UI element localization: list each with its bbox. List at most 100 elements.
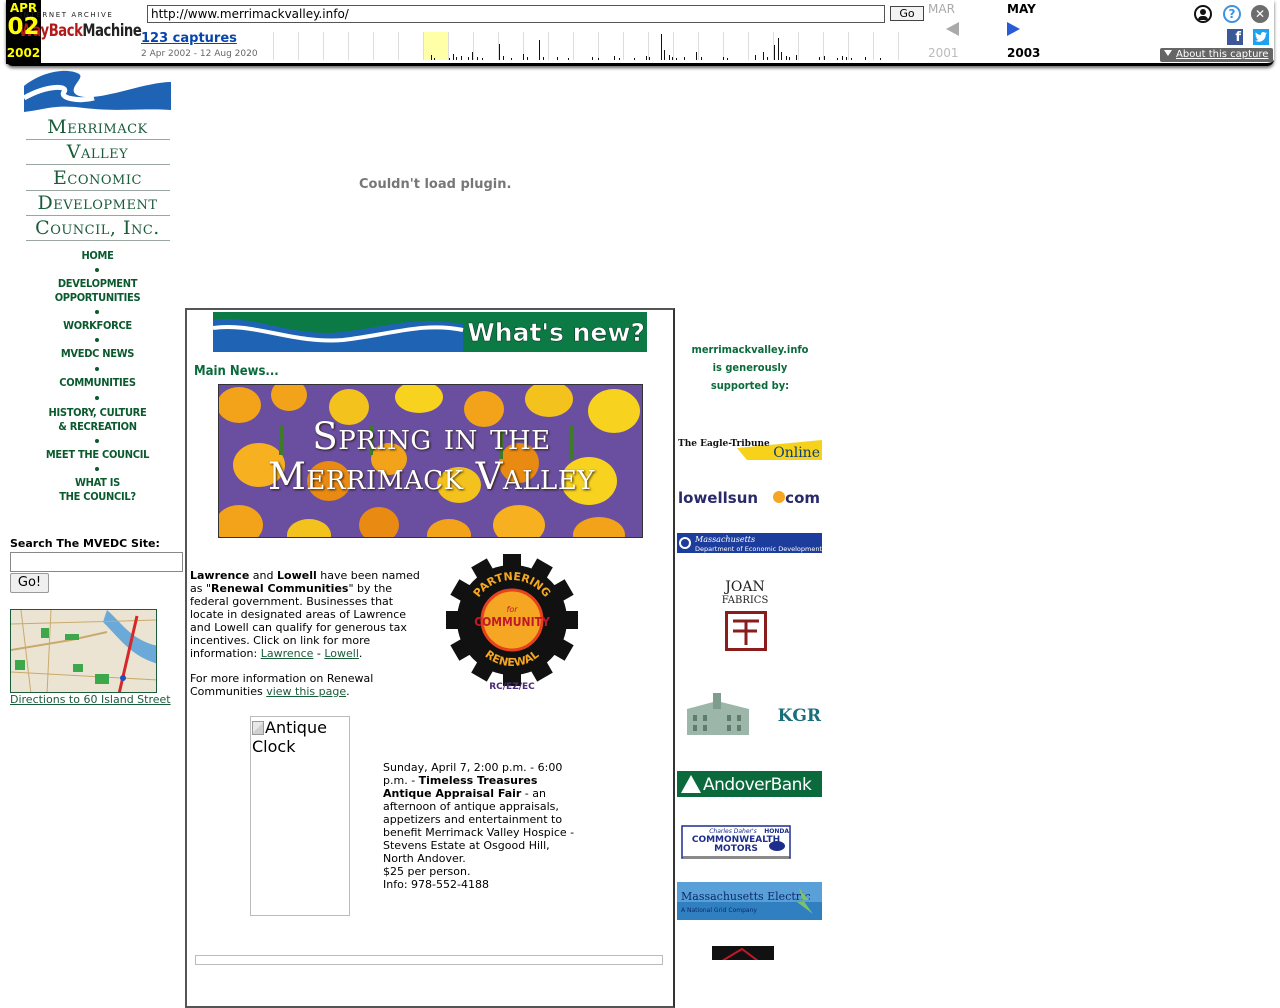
nav-meet-the-council[interactable]: MEET THE COUNCIL: [24, 448, 171, 462]
sponsor-mass-electric-sub: A National Grid Company: [681, 907, 757, 914]
sponsor-heading: merrimackvalley.info is generously suppo…: [677, 341, 823, 395]
lowell-link[interactable]: Lowell: [324, 647, 359, 660]
sponsor-partial-logo[interactable]: [712, 946, 774, 960]
sparkline-capture-bar: [557, 57, 558, 60]
sponsor-lowellsun[interactable]: lowellsun com: [677, 486, 822, 510]
nav-communities[interactable]: COMMUNITIES: [24, 376, 171, 390]
rc-logo-sub: RC/EZ/EC: [489, 682, 535, 692]
renewal-text: .: [358, 647, 363, 660]
nav-label-line: WORKFORCE: [63, 319, 132, 332]
twitter-share-icon[interactable]: [1253, 29, 1269, 45]
sparkline-year-divider: [473, 32, 474, 60]
next-year-label[interactable]: 2003: [1007, 46, 1040, 60]
capture-sparkline[interactable]: [271, 30, 926, 60]
sponsor-joan-label: JOAN: [723, 579, 764, 595]
nav-workforce[interactable]: WORKFORCE: [24, 319, 171, 333]
sponsor-andover-bank[interactable]: AndoverBank: [677, 771, 822, 797]
antique-clock-image[interactable]: Antique Clock: [250, 716, 350, 916]
prev-year-label[interactable]: 2001: [928, 46, 959, 60]
logo-line-development: Development: [37, 192, 158, 214]
sparkline-year-divider: [723, 32, 724, 60]
sparkline-year-divider: [398, 32, 399, 60]
sponsor-mass-electric[interactable]: Massachusetts Electric A National Grid C…: [677, 882, 822, 920]
whats-new-banner: What's new?: [213, 312, 647, 352]
prev-month-label[interactable]: MAR: [928, 2, 955, 16]
sparkline-capture-bar: [592, 57, 593, 60]
logo-line-valley: Valley: [66, 141, 129, 163]
renewal-text: and: [249, 569, 277, 582]
sparkline-capture-bar: [453, 54, 454, 60]
nav-development-opportunities[interactable]: DEVELOPMENT OPPORTUNITIES: [24, 277, 171, 305]
nav-bullet: [95, 439, 99, 443]
wayback-logo-machine: Machine: [82, 21, 142, 41]
nav-mvedc-news[interactable]: MVEDC NEWS: [24, 347, 171, 361]
sparkline-capture-bar: [755, 55, 756, 60]
renewal-more-end: .: [346, 685, 350, 698]
sparkline-year-divider: [323, 32, 324, 60]
nav-label-line: MVEDC NEWS: [60, 347, 135, 360]
sponsor-joan-fabrics[interactable]: JOAN FABRICS: [677, 577, 822, 657]
help-icon[interactable]: ?: [1223, 5, 1241, 23]
sponsor-kgr[interactable]: KGR: [677, 691, 822, 739]
lawrence-link[interactable]: Lawrence: [261, 647, 314, 660]
captures-link[interactable]: 123 captures: [141, 31, 237, 46]
wayback-go-button[interactable]: Go: [890, 6, 924, 21]
nav-bullet: [95, 396, 99, 400]
mvedc-river-logo[interactable]: [24, 68, 171, 112]
sponsor-mass-econ-label: Massachusetts: [694, 535, 755, 544]
spring-banner-image[interactable]: Spring in the Merrimack Valley: [218, 384, 643, 538]
sparkline-capture-bar: [461, 56, 462, 60]
close-icon[interactable]: ✕: [1251, 5, 1269, 23]
search-label: Search The MVEDC Site:: [10, 537, 160, 550]
sparkline-capture-bar: [669, 55, 670, 60]
user-account-icon[interactable]: [1194, 5, 1212, 23]
search-go-button[interactable]: Go!: [10, 573, 49, 593]
whats-new-title: What's new?: [467, 318, 645, 347]
spring-banner-line2: Merrimack Valley: [268, 455, 595, 498]
view-this-page-link[interactable]: view this page: [266, 685, 346, 698]
renewal-separator: -: [313, 647, 325, 660]
community-renewal-logo[interactable]: PARTNERING RENEWAL for COMMUNITY RC/EZ/E…: [446, 554, 578, 694]
current-year: 2002: [6, 46, 41, 60]
nav-history-culture[interactable]: HISTORY, CULTURE & RECREATION: [24, 406, 171, 434]
prev-capture-arrow-icon[interactable]: [946, 22, 959, 36]
site-search-input[interactable]: [10, 552, 183, 572]
sparkline-year-divider: [448, 32, 449, 60]
nav-label-line: DEVELOPMENT: [57, 277, 138, 290]
plugin-error-message: Couldn't load plugin.: [359, 177, 512, 192]
location-map-image[interactable]: [10, 609, 157, 693]
directions-link[interactable]: Directions to 60 Island Street: [10, 693, 171, 706]
sponsor-commonwealth-motors[interactable]: Charles Daher's COMMONWEALTH MOTORS HOND…: [677, 824, 822, 862]
wayback-url-input[interactable]: [147, 5, 885, 23]
sparkline-year-divider: [548, 32, 549, 60]
sparkline-capture-bar: [842, 56, 843, 60]
next-capture-arrow-icon[interactable]: [1007, 22, 1020, 36]
nav-label-line: THE COUNCIL?: [59, 490, 136, 503]
sparkline-capture-bar: [468, 57, 469, 60]
sparkline-year-divider: [423, 32, 424, 60]
nav-what-is-the-council[interactable]: WHAT IS THE COUNCIL?: [24, 476, 171, 504]
logo-divider: [26, 215, 170, 216]
sparkline-capture-bar: [781, 52, 782, 60]
sponsor-eagle-tribune[interactable]: The Eagle-Tribune Online: [677, 436, 822, 460]
nav-label-line: & RECREATION: [58, 420, 137, 433]
sparkline-capture-bar: [619, 58, 620, 60]
sponsor-mass-electric-label: Massachusetts Electric: [681, 890, 811, 903]
sponsor-mass-econ-dev[interactable]: Massachusetts Department of Economic Dev…: [677, 533, 822, 553]
sparkline-capture-bar: [598, 58, 599, 60]
renewal-city-lowell: Lowell: [277, 569, 317, 582]
nav-bullet: [95, 268, 99, 272]
nav-home[interactable]: HOME: [24, 249, 171, 263]
sparkline-year-divider: [373, 32, 374, 60]
next-month-label[interactable]: MAY: [1007, 2, 1036, 16]
sparkline-year-divider: [598, 32, 599, 60]
facebook-share-icon[interactable]: f: [1227, 29, 1243, 45]
sponsor-kgr-label: KGR: [778, 706, 822, 726]
chevron-down-icon: [1164, 50, 1172, 56]
sparkline-capture-bar: [511, 58, 512, 60]
rc-logo-community: COMMUNITY: [474, 615, 550, 629]
sparkline-year-divider: [848, 32, 849, 60]
about-capture-button[interactable]: About this capture: [1160, 48, 1273, 62]
sponsor-eagle-tribune-label: The Eagle-Tribune: [678, 439, 770, 449]
antique-fair-event: Sunday, April 7, 2:00 p.m. - 6:00 p.m. -…: [383, 761, 575, 891]
